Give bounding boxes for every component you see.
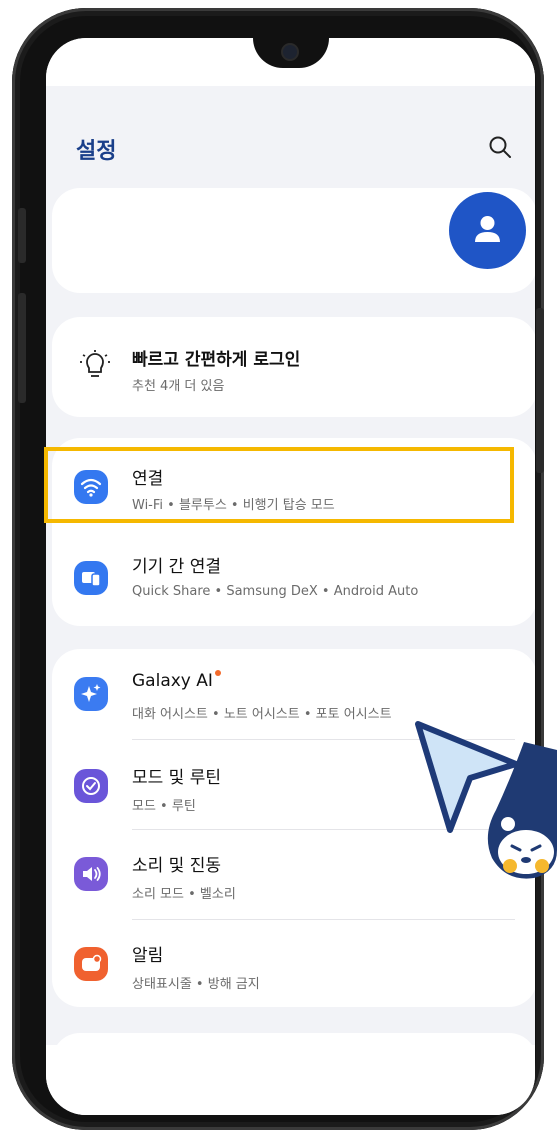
account-name-area <box>74 202 207 270</box>
devices-icon <box>74 561 108 595</box>
notifications-subtitle: 상태표시줄 • 방해 금지 <box>132 977 260 992</box>
avatar[interactable] <box>449 192 526 269</box>
modes-routines-subtitle: 모드 • 루틴 <box>132 799 196 814</box>
login-subtitle: 추천 4개 더 있음 <box>132 379 225 394</box>
mascot-icon <box>487 742 557 879</box>
sparkle-icon <box>74 677 108 711</box>
sound-vibration-title: 소리 및 진동 <box>132 856 222 876</box>
sound-vibration-subtitle: 소리 모드 • 벨소리 <box>132 887 236 902</box>
phone-frame: 설정 빠르고 간편하게 로그인 추천 4개 더 있음 연결 Wi-Fi • 블루… <box>12 8 544 1130</box>
check-circle-icon <box>74 769 108 803</box>
lightbulb-icon <box>80 350 110 377</box>
connected-devices-title: 기기 간 연결 <box>132 557 222 577</box>
galaxy-ai-subtitle: 대화 어시스트 • 노트 어시스트 • 포토 어시스트 <box>132 707 392 722</box>
page-title: 설정 <box>76 139 117 164</box>
galaxy-ai-label: Galaxy AI <box>132 671 213 691</box>
bixby-button <box>18 293 26 403</box>
menu-item-notifications[interactable]: 알림 상태표시줄 • 방해 금지 <box>52 919 535 1007</box>
notification-icon <box>74 947 108 981</box>
person-icon <box>475 216 500 242</box>
screen: 설정 빠르고 간편하게 로그인 추천 4개 더 있음 연결 Wi-Fi • 블루… <box>46 38 535 1115</box>
power-button <box>536 308 544 473</box>
modes-routines-title: 모드 및 루틴 <box>132 768 222 788</box>
login-suggestion-card[interactable]: 빠르고 간편하게 로그인 추천 4개 더 있음 <box>52 317 535 417</box>
navigation-bar <box>46 1045 535 1115</box>
login-title: 빠르고 간편하게 로그인 <box>132 350 301 370</box>
galaxy-ai-title: Galaxy AI <box>132 670 221 691</box>
account-card[interactable] <box>52 188 535 293</box>
notifications-title: 알림 <box>132 946 164 966</box>
connected-devices-subtitle: Quick Share • Samsung DeX • Android Auto <box>132 584 419 599</box>
speaker-icon <box>74 857 108 891</box>
front-camera <box>283 45 297 59</box>
menu-item-connected-devices[interactable]: 기기 간 연결 Quick Share • Samsung DeX • Andr… <box>52 534 535 626</box>
new-badge <box>214 670 221 676</box>
menu-item-sound-vibration[interactable]: 소리 및 진동 소리 모드 • 벨소리 <box>52 829 535 919</box>
search-icon[interactable] <box>487 134 513 160</box>
volume-button <box>18 208 26 263</box>
highlight-box <box>44 447 514 523</box>
